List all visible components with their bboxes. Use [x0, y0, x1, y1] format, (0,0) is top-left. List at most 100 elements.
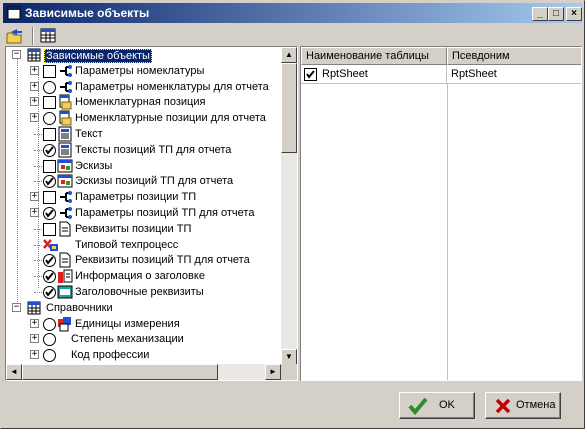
node-checkbox[interactable] [43, 96, 56, 109]
text-icon [57, 142, 73, 158]
node-checkbox[interactable] [43, 254, 56, 267]
node-checkbox[interactable] [43, 144, 56, 157]
tree-node-label: Реквизиты позиции ТП [75, 223, 192, 235]
tree-node[interactable]: Эскизы позиций ТП для отчета [6, 173, 281, 189]
node-checkbox[interactable] [43, 81, 56, 94]
tree-vertical-scrollbar[interactable]: ▲ ▼ [281, 47, 297, 365]
tree-node[interactable]: + Код профессии [6, 347, 281, 363]
ok-button[interactable]: OK [399, 392, 475, 419]
expand-toggle[interactable]: + [30, 208, 39, 217]
tree-node[interactable]: + Параметры номенклатуры для отчета [6, 79, 281, 95]
scroll-up-button[interactable]: ▲ [281, 47, 297, 63]
scroll-left-button[interactable]: ◄ [6, 364, 22, 380]
node-checkbox[interactable] [43, 270, 56, 283]
tree-connector [34, 260, 42, 261]
alias-cell[interactable]: RptSheet [447, 65, 581, 84]
node-checkbox[interactable] [43, 318, 56, 331]
tree-node-label: Номенклатурная позиция [75, 96, 206, 108]
tree-node[interactable]: Типовой техпроцесс [6, 237, 281, 253]
object-tree-panel: − Зависимые объекты + Параметры номеклатуры… [5, 46, 298, 381]
table-tool-button[interactable] [38, 26, 58, 46]
tree-connector [34, 245, 42, 246]
table-row[interactable]: RptSheet RptSheet [301, 65, 581, 84]
tree-node[interactable]: + Параметры позиций ТП для отчета [6, 205, 281, 221]
grid-divider [447, 84, 448, 380]
vertical-scroll-thumb[interactable] [281, 63, 297, 153]
expand-toggle[interactable]: + [30, 319, 39, 328]
expand-toggle[interactable]: + [30, 113, 39, 122]
node-checkbox[interactable] [43, 286, 56, 299]
horizontal-scroll-thumb[interactable] [22, 364, 218, 380]
tree-node-label: Код профессии [71, 349, 150, 361]
column-header-table-name[interactable]: Наименование таблицы [301, 47, 447, 65]
tree-node-label: Эскизы позиций ТП для отчета [75, 175, 234, 187]
node-checkbox[interactable] [43, 207, 56, 220]
tree-root-label: Зависимые объекты [44, 49, 152, 63]
tree-node[interactable]: + Единицы измерения [6, 316, 281, 332]
tree-node[interactable]: Заголовочные реквизиты [6, 284, 281, 300]
tree-node[interactable]: Эскизы [6, 158, 281, 174]
object-tree[interactable]: − Зависимые объекты + Параметры номеклатуры… [6, 47, 281, 365]
tree-connector [34, 166, 42, 167]
tree-node-label: Параметры позиций ТП для отчета [75, 207, 255, 219]
node-checkbox[interactable] [43, 175, 56, 188]
close-button[interactable]: × [566, 7, 582, 21]
parameters-icon [57, 189, 73, 205]
tree-node-label: Степень механизации [71, 333, 184, 345]
export-tool-button[interactable] [5, 26, 25, 46]
minimize-button[interactable]: _ [532, 7, 548, 21]
row-checkbox[interactable] [304, 68, 317, 81]
tree-connector [34, 276, 42, 277]
collapse-toggle[interactable]: − [12, 303, 21, 312]
tree-node-label: Текст [75, 128, 103, 140]
tree-node[interactable]: + Номенклатурная позиция [6, 94, 281, 110]
dependent-objects-window: Зависимые объекты _ □ × − Зависимые объек… [0, 0, 585, 429]
collapse-toggle[interactable]: − [12, 50, 21, 59]
tree-node[interactable]: Тексты позиций ТП для отчета [6, 142, 281, 158]
units-icon [57, 316, 73, 332]
toolbar-separator [32, 27, 34, 45]
node-checkbox[interactable] [43, 65, 56, 78]
tree-node[interactable]: + Параметры позиции ТП [6, 189, 281, 205]
node-checkbox[interactable] [43, 112, 56, 125]
tree-node-label: Эскизы [75, 160, 113, 172]
maximize-button[interactable]: □ [548, 7, 564, 21]
cancel-button[interactable]: Отмена [485, 392, 561, 419]
scroll-right-button[interactable]: ► [265, 364, 281, 380]
document-icon [57, 110, 73, 126]
expand-toggle[interactable]: + [30, 334, 39, 343]
tree-connector [34, 229, 42, 230]
cross-icon [494, 397, 512, 415]
expand-toggle[interactable]: + [30, 192, 39, 201]
expand-toggle[interactable]: + [30, 66, 39, 75]
node-checkbox[interactable] [43, 191, 56, 204]
tree-node[interactable]: Текст [6, 126, 281, 142]
table-name-value: RptSheet [322, 68, 368, 80]
tree-node[interactable]: + Степень механизации [6, 331, 281, 347]
node-checkbox[interactable] [43, 223, 56, 236]
node-checkbox[interactable] [43, 333, 56, 346]
node-checkbox[interactable] [43, 160, 56, 173]
tree-horizontal-scrollbar[interactable]: ◄ ► [6, 364, 281, 380]
table-name-cell[interactable]: RptSheet [301, 65, 447, 84]
tree-node[interactable]: Реквизиты позиций ТП для отчета [6, 252, 281, 268]
alias-value: RptSheet [451, 68, 497, 80]
expand-toggle[interactable]: + [30, 350, 39, 359]
tree-node[interactable]: + Номенклатурные позиции для отчета [6, 110, 281, 126]
table-icon [26, 300, 42, 316]
window-title: Зависимые объекты [25, 6, 150, 20]
tree-node[interactable]: + Параметры номеклатуры [6, 63, 281, 79]
tree-node-label: Тексты позиций ТП для отчета [75, 144, 232, 156]
expand-toggle[interactable]: + [30, 97, 39, 106]
scroll-down-button[interactable]: ▼ [281, 349, 297, 365]
tree-node-label: Информация о заголовке [75, 270, 205, 282]
tree-node[interactable]: Информация о заголовке [6, 268, 281, 284]
tree-node-label: Заголовочные реквизиты [75, 286, 204, 298]
node-checkbox[interactable] [43, 128, 56, 141]
tree-node[interactable]: Реквизиты позиции ТП [6, 221, 281, 237]
column-header-alias[interactable]: Псевдоним [447, 47, 581, 65]
title-bar[interactable]: Зависимые объекты _ □ × [3, 3, 582, 23]
tree-connector [34, 292, 42, 293]
node-checkbox[interactable] [43, 349, 56, 362]
expand-toggle[interactable]: + [30, 82, 39, 91]
